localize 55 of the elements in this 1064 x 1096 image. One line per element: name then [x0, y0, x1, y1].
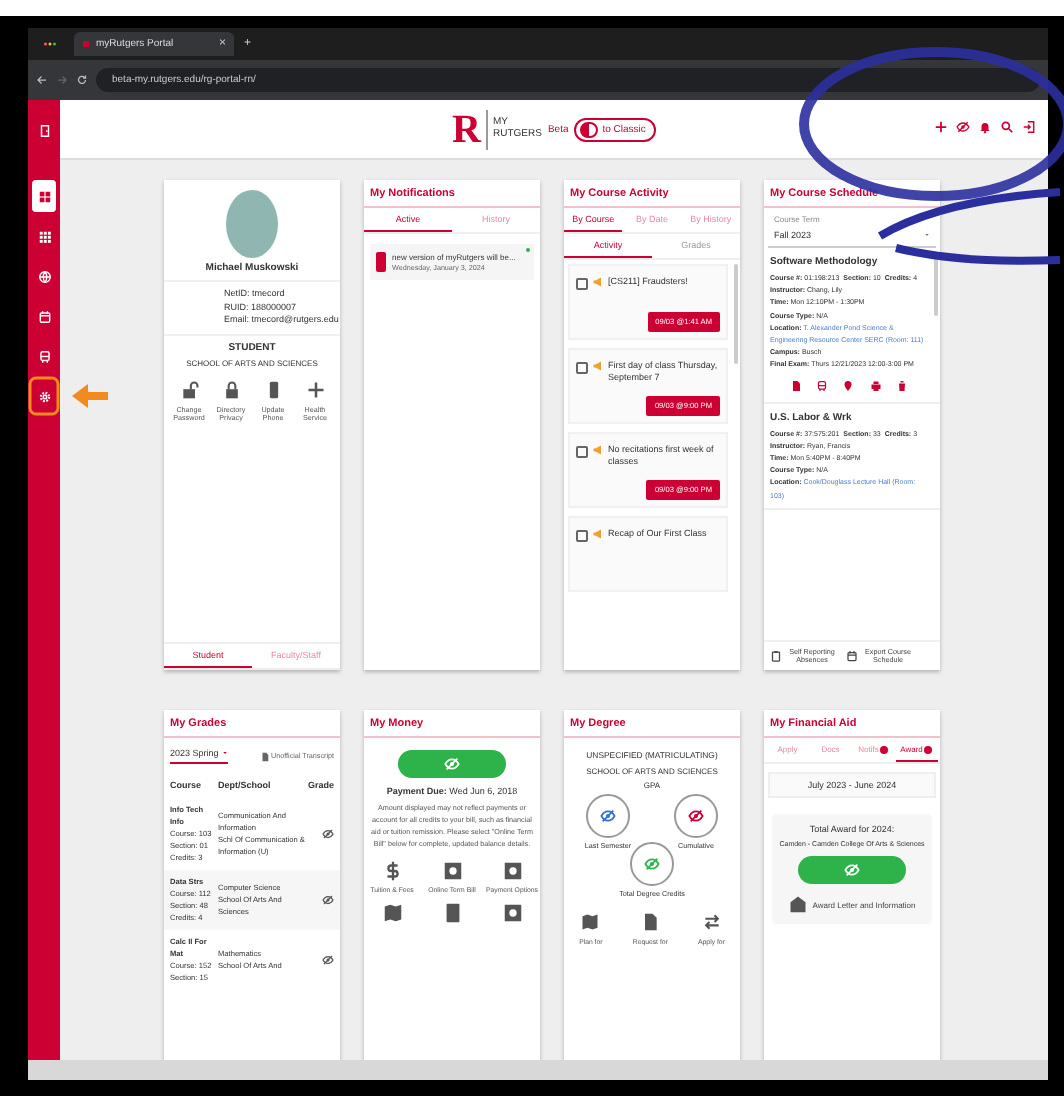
sidebar-item[interactable] [32, 180, 56, 212]
bus-icon [37, 349, 51, 363]
map-icon[interactable] [381, 902, 403, 924]
notification-marker-icon [376, 252, 386, 272]
clipboard-icon [770, 650, 782, 662]
plus-icon[interactable] [934, 120, 948, 134]
calendar-icon [37, 309, 51, 323]
hidden-value-ring[interactable] [674, 794, 718, 838]
annotation-arrow [72, 384, 108, 408]
apps-icon [37, 229, 51, 243]
padlock-icon [221, 377, 241, 401]
megaphone-icon [592, 360, 604, 372]
search-icon[interactable] [1000, 120, 1014, 134]
map-pin-icon[interactable] [842, 379, 855, 392]
document-icon[interactable] [789, 379, 802, 392]
megaphone-icon [592, 528, 604, 540]
megaphone-icon [592, 444, 604, 456]
logout-icon[interactable] [1022, 120, 1036, 134]
checkbox[interactable] [576, 278, 588, 290]
plus-icon [305, 377, 325, 401]
eye-slash-icon [844, 862, 860, 878]
highlight-box [28, 376, 60, 416]
eye-slash-icon [444, 756, 460, 772]
show-balance-button[interactable] [398, 750, 506, 778]
trash-icon[interactable] [896, 379, 909, 392]
checkbox[interactable] [576, 362, 588, 374]
megaphone-icon [592, 276, 604, 288]
bus-icon[interactable] [816, 379, 829, 392]
eye-slash-icon[interactable] [322, 894, 334, 906]
globe-icon [37, 269, 51, 283]
logo-letter: R [452, 109, 487, 149]
reload-icon[interactable] [76, 74, 88, 86]
calendar-icon [846, 650, 858, 662]
dollar-icon [381, 860, 403, 882]
grid-icon [37, 189, 51, 203]
swap-arrows-icon [701, 910, 722, 934]
checkbox[interactable] [576, 530, 588, 542]
avatar-placeholder [226, 190, 278, 258]
back-arrow-icon[interactable] [36, 74, 48, 86]
bell-icon[interactable] [978, 120, 992, 134]
eye-slash-icon[interactable] [956, 120, 970, 134]
favicon-icon [82, 40, 90, 48]
hidden-value-ring[interactable] [630, 842, 674, 886]
door-icon[interactable] [37, 123, 51, 137]
eye-slash-icon[interactable] [322, 954, 334, 966]
printer-icon[interactable] [869, 379, 882, 392]
document-icon [640, 910, 661, 934]
checkbox[interactable] [576, 446, 588, 458]
settings-icon [37, 389, 51, 403]
document-icon [259, 751, 269, 761]
map-icon [580, 910, 601, 934]
hidden-value-ring[interactable] [586, 794, 630, 838]
show-award-button[interactable] [798, 856, 906, 884]
eye-slash-icon[interactable] [322, 828, 334, 840]
unlocked-padlock-icon [179, 377, 199, 401]
